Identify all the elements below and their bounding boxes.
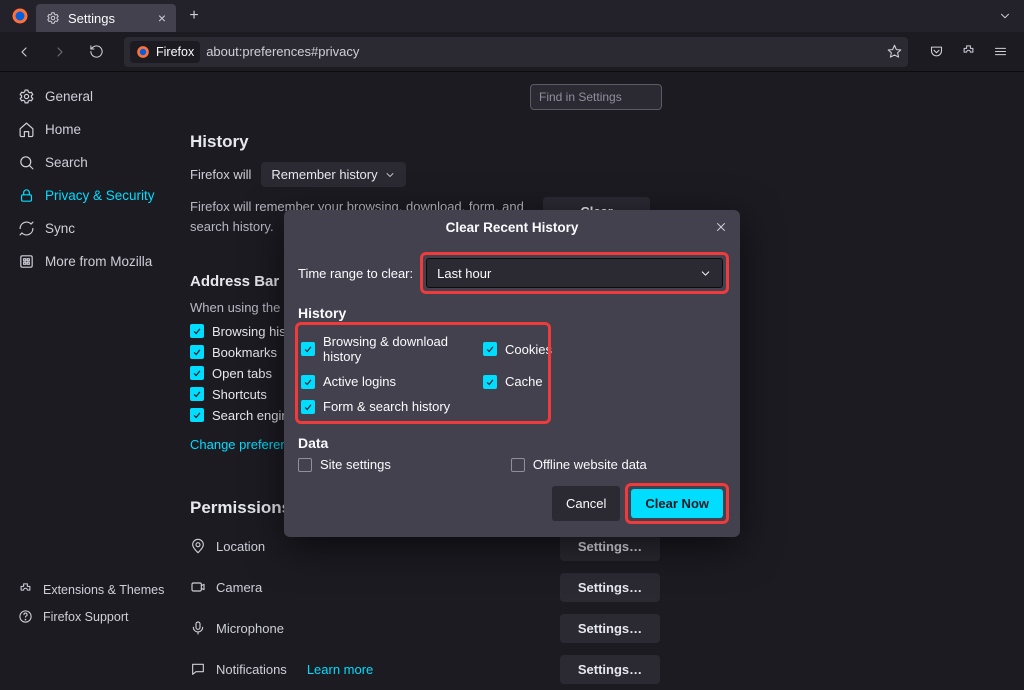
clear-now-button[interactable]: Clear Now bbox=[631, 489, 723, 518]
modal-title-text: Clear Recent History bbox=[446, 220, 579, 235]
cb-active-logins[interactable]: Active logins bbox=[301, 374, 479, 389]
cb-browsing-download[interactable]: Browsing & download history bbox=[301, 334, 479, 364]
perm-label: Notifications bbox=[216, 662, 287, 677]
checkbox-checked-icon bbox=[483, 342, 497, 356]
perm-settings-button[interactable]: Settings… bbox=[560, 655, 660, 684]
checkbox-unchecked-icon bbox=[298, 458, 312, 472]
cb-site-settings[interactable]: Site settings bbox=[298, 457, 391, 472]
modal-data-heading: Data bbox=[298, 435, 726, 451]
checkbox-unchecked-icon bbox=[511, 458, 525, 472]
cb-label: Cache bbox=[505, 374, 543, 389]
close-icon[interactable] bbox=[712, 218, 730, 236]
modal-history-heading: History bbox=[298, 305, 726, 321]
checkbox-checked-icon bbox=[483, 375, 497, 389]
time-range-value: Last hour bbox=[437, 266, 491, 281]
cb-label: Site settings bbox=[320, 457, 391, 472]
cb-form-search[interactable]: Form & search history bbox=[301, 399, 479, 414]
time-range-select[interactable]: Last hour bbox=[426, 258, 723, 288]
cancel-button[interactable]: Cancel bbox=[552, 486, 620, 521]
cb-label: Browsing & download history bbox=[323, 334, 479, 364]
cb-label: Form & search history bbox=[323, 399, 450, 414]
chat-icon bbox=[190, 661, 206, 677]
cb-label: Active logins bbox=[323, 374, 396, 389]
cb-cache[interactable]: Cache bbox=[483, 374, 545, 389]
modal-title: Clear Recent History bbox=[284, 210, 740, 245]
clear-history-modal: Clear Recent History Time range to clear… bbox=[284, 210, 740, 537]
checkbox-checked-icon bbox=[301, 342, 315, 356]
learn-more-link[interactable]: Learn more bbox=[307, 662, 373, 677]
cb-offline-data[interactable]: Offline website data bbox=[511, 457, 647, 472]
cb-label: Offline website data bbox=[533, 457, 647, 472]
modal-backdrop: Clear Recent History Time range to clear… bbox=[0, 0, 1024, 640]
cb-cookies[interactable]: Cookies bbox=[483, 334, 545, 364]
checkbox-checked-icon bbox=[301, 375, 315, 389]
history-checkbox-group: Browsing & download history Cookies Acti… bbox=[301, 328, 545, 418]
checkbox-checked-icon bbox=[301, 400, 315, 414]
time-range-label: Time range to clear: bbox=[298, 266, 413, 281]
chevron-down-icon bbox=[699, 267, 712, 280]
cb-label: Cookies bbox=[505, 342, 552, 357]
perm-row-notif: Notifications Learn more Settings… bbox=[190, 649, 660, 690]
